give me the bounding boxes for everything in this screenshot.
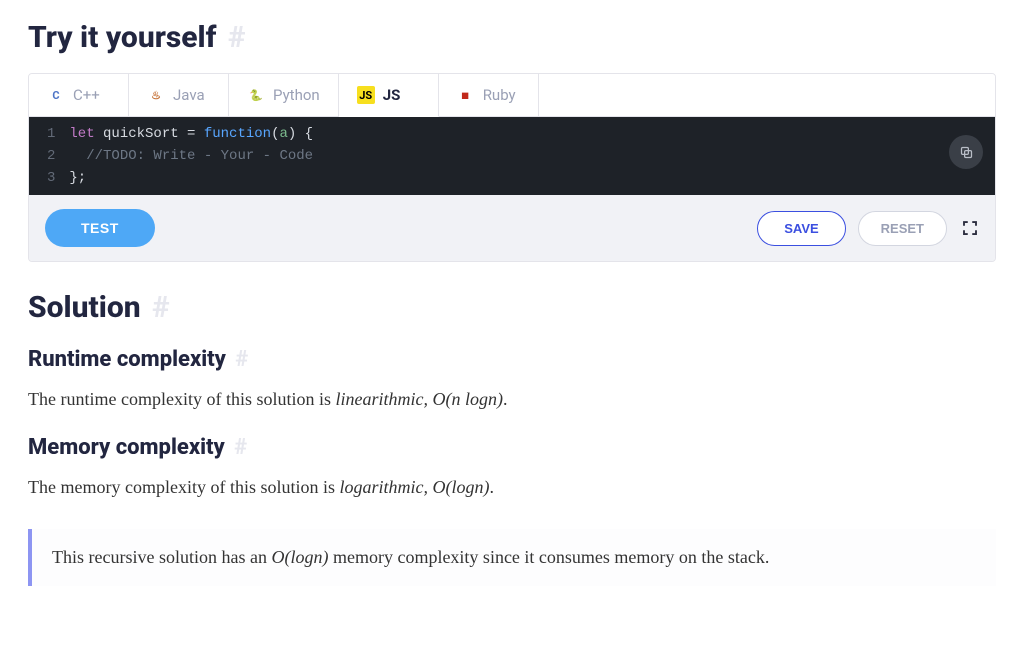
code-line: }; xyxy=(69,167,313,189)
callout-note: This recursive solution has an O(logn) m… xyxy=(28,529,996,586)
heading-memory-text: Memory complexity xyxy=(28,435,225,460)
code-widget: C C++ ♨ Java 🐍 Python JS JS ◆ Ruby 1 2 3… xyxy=(28,73,996,262)
tab-label: Ruby xyxy=(483,86,516,104)
tab-label: Java xyxy=(173,86,205,104)
line-number: 3 xyxy=(47,167,55,189)
tab-python[interactable]: 🐍 Python xyxy=(229,74,339,117)
save-button[interactable]: SAVE xyxy=(757,211,845,246)
tab-cpp[interactable]: C C++ xyxy=(29,74,129,117)
tab-label: C++ xyxy=(73,86,100,104)
fullscreen-icon[interactable] xyxy=(961,219,979,237)
heading-memory: Memory complexity # xyxy=(28,435,996,460)
anchor-icon[interactable]: # xyxy=(234,435,247,460)
heading-solution: Solution # xyxy=(28,290,996,325)
memory-paragraph: The memory complexity of this solution i… xyxy=(28,474,996,501)
heading-solution-text: Solution xyxy=(28,290,141,325)
editor-toolbar: TEST SAVE RESET xyxy=(29,195,995,261)
java-icon: ♨ xyxy=(147,86,165,104)
tab-label: JS xyxy=(383,86,401,104)
code-body: let quickSort = function(a) { //TODO: Wr… xyxy=(69,117,313,195)
heading-runtime: Runtime complexity # xyxy=(28,347,996,372)
tab-js[interactable]: JS JS xyxy=(339,74,439,117)
anchor-icon[interactable]: # xyxy=(228,20,246,55)
copy-button[interactable] xyxy=(949,135,983,169)
anchor-icon[interactable]: # xyxy=(152,290,170,325)
copy-icon xyxy=(959,145,974,160)
code-line: //TODO: Write - Your - Code xyxy=(69,145,313,167)
tab-label: Python xyxy=(273,86,320,104)
heading-try-text: Try it yourself xyxy=(28,20,216,55)
tabs-spacer xyxy=(539,74,995,117)
language-tabs: C C++ ♨ Java 🐍 Python JS JS ◆ Ruby xyxy=(29,74,995,117)
tab-java[interactable]: ♨ Java xyxy=(129,74,229,117)
js-icon: JS xyxy=(357,86,375,104)
code-line: let quickSort = function(a) { xyxy=(69,123,313,145)
code-editor[interactable]: 1 2 3 let quickSort = function(a) { //TO… xyxy=(29,117,995,195)
heading-runtime-text: Runtime complexity xyxy=(28,347,226,372)
runtime-paragraph: The runtime complexity of this solution … xyxy=(28,386,996,413)
ruby-icon: ◆ xyxy=(453,82,478,107)
cpp-icon: C xyxy=(47,86,65,104)
test-button[interactable]: TEST xyxy=(45,209,155,247)
line-number: 1 xyxy=(47,123,55,145)
reset-button[interactable]: RESET xyxy=(858,211,947,246)
heading-try: Try it yourself # xyxy=(28,20,996,55)
line-gutter: 1 2 3 xyxy=(29,117,69,195)
tab-ruby[interactable]: ◆ Ruby xyxy=(439,74,539,117)
anchor-icon[interactable]: # xyxy=(235,347,248,372)
line-number: 2 xyxy=(47,145,55,167)
python-icon: 🐍 xyxy=(247,86,265,104)
